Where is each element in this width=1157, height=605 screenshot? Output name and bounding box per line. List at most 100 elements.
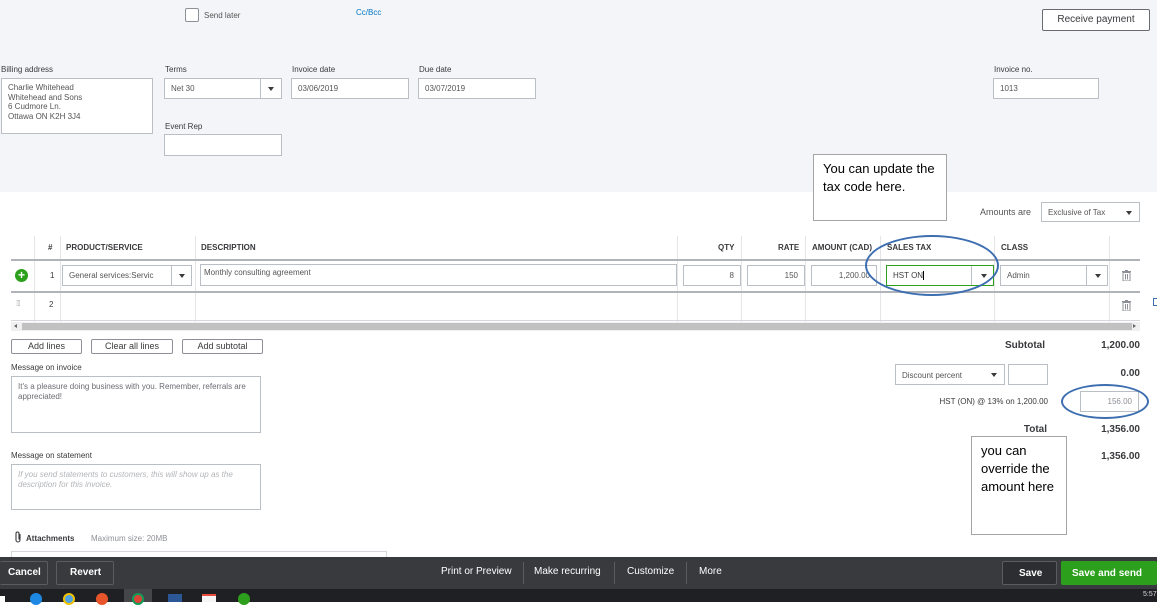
balance-due-value: 1,356.00: [1101, 451, 1140, 462]
add-subtotal-button[interactable]: Add subtotal: [182, 339, 263, 354]
tax-code-annotation: You can update the tax code here.: [813, 154, 947, 221]
annotation-circle-sales-tax: [865, 235, 999, 296]
send-later-label: Send later: [204, 11, 241, 20]
chevron-down-icon: [179, 274, 185, 278]
class-select[interactable]: Admin: [1000, 265, 1108, 286]
product-divider: [171, 266, 172, 285]
attachments-label: Attachments: [26, 534, 75, 543]
chevron-down-icon: [1095, 274, 1101, 278]
paperclip-icon: [15, 531, 21, 543]
terms-value: Net 30: [171, 84, 195, 93]
add-line-icon[interactable]: +: [15, 269, 28, 282]
print-preview-link[interactable]: Print or Preview: [441, 566, 512, 577]
description-field[interactable]: Monthly consulting agreement: [200, 264, 677, 286]
row-number: 1: [50, 271, 55, 280]
event-rep-label: Event Rep: [165, 122, 203, 131]
billing-address-field[interactable]: Charlie Whitehead Whitehead and Sons 6 C…: [1, 78, 153, 134]
send-later-checkbox[interactable]: [185, 8, 199, 22]
message-on-statement-field[interactable]: If you send statements to customers, thi…: [11, 464, 261, 510]
due-date-field[interactable]: 03/07/2019: [418, 78, 536, 99]
trash-icon[interactable]: [1122, 300, 1131, 311]
footer-divider: [523, 562, 524, 584]
total-label: Total: [1023, 424, 1047, 435]
message-on-invoice-field[interactable]: It's a pleasure doing business with you.…: [11, 376, 261, 433]
make-recurring-link[interactable]: Make recurring: [534, 566, 601, 577]
side-panel-handle[interactable]: [1153, 298, 1157, 306]
rate-field[interactable]: 150: [747, 265, 805, 286]
billing-address-line: Charlie Whitehead: [8, 83, 74, 92]
cancel-button-label: Cancel: [8, 567, 41, 578]
clear-all-lines-button[interactable]: Clear all lines: [91, 339, 173, 354]
internet-explorer-icon[interactable]: [63, 593, 75, 605]
more-link[interactable]: More: [699, 566, 722, 577]
terms-divider: [260, 79, 261, 98]
customize-link[interactable]: Customize: [627, 566, 674, 577]
column-divider: [677, 236, 678, 322]
taskbar-clock: 5:57: [1143, 591, 1157, 598]
qty-field[interactable]: 8: [683, 265, 741, 286]
footer-divider: [686, 562, 687, 584]
row-border: [11, 291, 1140, 293]
cc-bcc-link[interactable]: Cc/Bcc: [356, 8, 381, 17]
column-header-product: PRODUCT/SERVICE: [66, 243, 143, 252]
row-number: 2: [49, 300, 54, 309]
chevron-down-icon: [268, 87, 274, 91]
word-icon[interactable]: [168, 594, 182, 602]
message-on-statement-label: Message on statement: [11, 451, 92, 460]
scrollbar-thumb[interactable]: [22, 323, 1132, 330]
discount-type-select[interactable]: Discount percent: [895, 364, 1005, 385]
subtotal-value: 1,200.00: [1101, 340, 1140, 351]
message-on-invoice-label: Message on invoice: [11, 363, 82, 372]
column-divider: [1109, 236, 1110, 322]
scroll-left-arrow[interactable]: [14, 324, 17, 328]
annotation-circle-tax-amount: [1061, 384, 1149, 419]
due-date-label: Due date: [419, 65, 452, 74]
column-header-rate: RATE: [778, 243, 800, 252]
add-lines-button[interactable]: Add lines: [11, 339, 82, 354]
terms-label: Terms: [165, 65, 187, 74]
event-rep-field[interactable]: [164, 134, 282, 156]
subtotal-label: Subtotal: [1005, 340, 1045, 351]
chevron-down-icon: [991, 373, 997, 377]
column-header-amount: AMOUNT (CAD): [812, 243, 872, 252]
drag-handle-icon[interactable]: ⁞⁞⁞: [16, 299, 21, 308]
override-amount-annotation: you can override the amount here: [971, 436, 1067, 535]
amounts-are-label: Amounts are: [980, 207, 1032, 217]
column-divider: [741, 236, 742, 322]
invoice-no-field[interactable]: 1013: [993, 78, 1099, 99]
attachments-max-size: Maximum size: 20MB: [91, 534, 168, 543]
product-service-select[interactable]: General services:Servic: [62, 265, 192, 286]
billing-address-line: 6 Cudmore Ln.: [8, 102, 61, 111]
column-header-description: DESCRIPTION: [201, 243, 256, 252]
start-icon[interactable]: [0, 596, 5, 602]
save-button-label: Save: [1019, 568, 1043, 579]
firefox-icon[interactable]: [96, 593, 108, 605]
quickbooks-icon[interactable]: [238, 593, 250, 605]
edge-browser-icon[interactable]: [30, 593, 42, 605]
column-divider: [994, 236, 995, 322]
footer-divider: [614, 562, 615, 584]
terms-select[interactable]: Net 30: [164, 78, 282, 99]
trash-icon[interactable]: [1122, 270, 1131, 281]
app-icon[interactable]: [202, 594, 216, 602]
billing-address-line: Ottawa ON K2H 3J4: [8, 111, 81, 121]
chrome-icon[interactable]: [132, 593, 144, 605]
revert-button-label: Revert: [70, 567, 102, 578]
class-divider: [1086, 266, 1087, 285]
amounts-are-value: Exclusive of Tax: [1048, 208, 1106, 217]
column-divider: [34, 236, 35, 322]
class-value: Admin: [1007, 271, 1030, 280]
save-and-send-button-label: Save and send: [1072, 568, 1143, 579]
invoice-date-field[interactable]: 03/06/2019: [291, 78, 409, 99]
scroll-right-arrow[interactable]: [1133, 324, 1136, 328]
billing-address-line: Whitehead and Sons: [8, 92, 83, 102]
discount-input[interactable]: [1008, 364, 1048, 385]
receive-payment-button[interactable]: Receive payment: [1042, 9, 1150, 31]
total-value: 1,356.00: [1101, 424, 1140, 435]
horizontal-scrollbar[interactable]: [11, 322, 1140, 331]
discount-type-value: Discount percent: [902, 371, 963, 380]
amounts-are-select[interactable]: Exclusive of Tax: [1041, 202, 1140, 222]
discount-value: 0.00: [1120, 368, 1140, 379]
chevron-down-icon: [1126, 211, 1132, 215]
billing-address-label: Billing address: [1, 65, 54, 74]
